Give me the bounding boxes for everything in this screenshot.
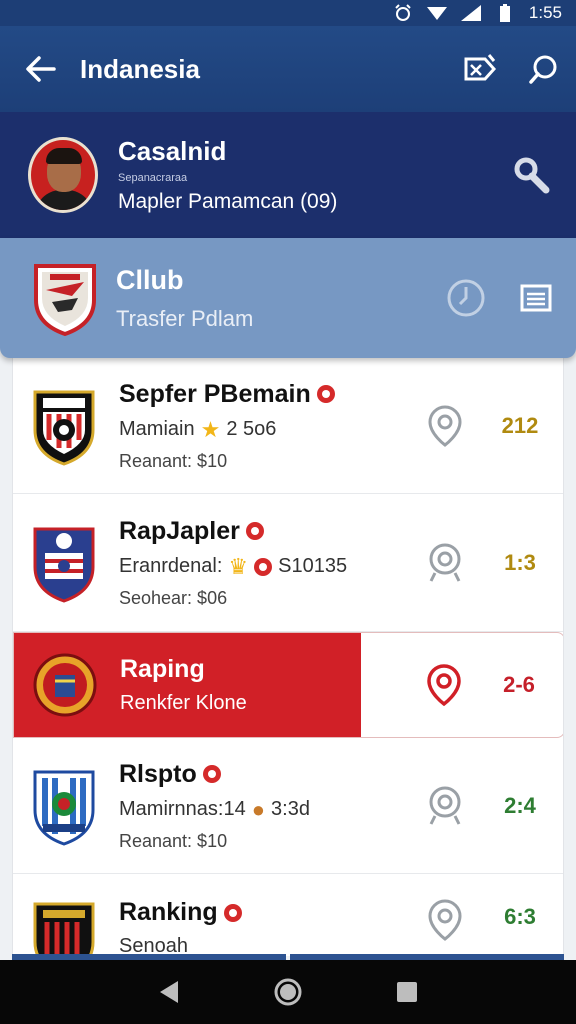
back-nav-icon[interactable] xyxy=(149,972,189,1012)
item-score: 2:4 xyxy=(504,792,536,818)
club-info: Cllub Trasfer Pdlam xyxy=(116,265,436,332)
key-search-icon[interactable] xyxy=(486,112,576,238)
item-subline: Mamiain ★ 2 5o6 xyxy=(119,416,277,442)
location-pin-icon[interactable] xyxy=(415,784,475,828)
item-score: 212 xyxy=(501,412,539,438)
location-pin-icon[interactable] xyxy=(415,541,475,585)
clock-icon[interactable] xyxy=(436,238,496,358)
item-score: 6:3 xyxy=(504,904,536,929)
star-icon: ★ xyxy=(200,416,221,442)
alert-badge-icon xyxy=(245,522,264,540)
item-info: Rlspto Mamirnnas:14 ● 3:3d Reanant: $10 xyxy=(119,760,415,852)
team-crest-icon xyxy=(33,902,95,956)
profile-subtitle: Sepanacraraa xyxy=(118,172,188,184)
item-title: Rlspto xyxy=(119,760,415,789)
item-title: Raping xyxy=(120,655,205,683)
list-item-highlighted[interactable]: Raping Renkfer Klone 2-6 xyxy=(13,632,563,738)
item-title: Ranking xyxy=(119,898,415,927)
club-subtitle: Trasfer Pdlam xyxy=(116,305,254,331)
alert-badge-icon xyxy=(316,385,335,403)
home-nav-icon[interactable] xyxy=(268,972,308,1012)
signal-icon xyxy=(460,5,481,21)
app-bar: Indanesia xyxy=(0,26,576,112)
battery-icon xyxy=(495,4,515,22)
profile-detail: Mapler Pamamcan (09) xyxy=(118,190,338,213)
list-item[interactable]: Rlspto Mamirnnas:14 ● 3:3d Reanant: $10 2:… xyxy=(13,738,563,874)
club-card[interactable]: Cllub Trasfer Pdlam xyxy=(0,238,576,358)
recents-nav-icon[interactable] xyxy=(387,972,427,1012)
team-crest-icon xyxy=(33,390,95,466)
item-price: Reanant: $10 xyxy=(119,830,228,851)
search-icon[interactable] xyxy=(512,26,576,112)
alert-badge-icon xyxy=(202,765,221,783)
alert-badge-icon xyxy=(223,903,242,922)
team-crest-icon xyxy=(33,770,95,846)
item-info: RapJapler Eranrdenal: ♛ S10135 Seohear: $0… xyxy=(119,517,415,609)
list-item[interactable]: Ranking Senoah 6:3 xyxy=(13,874,563,956)
status-bar: 1:55 xyxy=(0,0,576,26)
team-crest-icon xyxy=(33,653,97,717)
item-subline: Renkfer Klone xyxy=(120,692,247,714)
item-subline: Eranrdenal: ♛ S10135 xyxy=(119,553,348,579)
team-crest-icon xyxy=(33,527,95,603)
list-item[interactable]: Sepfer PBemain Mamiain ★ 2 5o6 Reanant: $1… xyxy=(13,358,563,494)
club-name: Cllub xyxy=(116,264,184,295)
status-time: 1:55 xyxy=(528,3,562,22)
location-pin-icon[interactable] xyxy=(415,898,475,942)
shield-icon xyxy=(254,557,273,576)
alarm-icon xyxy=(393,4,413,21)
item-price: Reanant: $10 xyxy=(119,450,228,471)
app-title: Indanesia xyxy=(80,53,200,84)
list-menu-icon[interactable] xyxy=(496,238,576,358)
item-score: 2-6 xyxy=(503,672,535,697)
item-title: RapJapler xyxy=(119,517,415,546)
item-subline: Mamirnnas:14 ● 3:3d xyxy=(119,796,310,822)
donut-icon: ● xyxy=(251,796,266,822)
item-score: 1:3 xyxy=(504,549,536,575)
item-price: Seohear: $06 xyxy=(119,587,228,608)
profile-name: Casalnid xyxy=(118,136,227,166)
back-arrow-icon[interactable] xyxy=(0,26,80,112)
transfer-list: Sepfer PBemain Mamiain ★ 2 5o6 Reanant: $1… xyxy=(12,358,564,956)
location-pin-icon[interactable] xyxy=(415,404,475,448)
club-crest-icon xyxy=(34,264,96,336)
system-nav-bar xyxy=(0,960,576,1024)
profile-info: Casalnid Sepanacraraa Mapler Pamamcan (0… xyxy=(118,136,486,214)
item-info: Sepfer PBemain Mamiain ★ 2 5o6 Reanant: $1… xyxy=(119,380,415,472)
tag-icon[interactable] xyxy=(448,26,512,112)
crown-icon: ♛ xyxy=(228,553,249,579)
location-pin-icon[interactable] xyxy=(414,663,474,707)
item-info: Ranking Senoah xyxy=(119,898,415,956)
item-subline: Senoah xyxy=(119,935,188,956)
item-title: Sepfer PBemain xyxy=(119,380,415,409)
profile-header[interactable]: Casalnid Sepanacraraa Mapler Pamamcan (0… xyxy=(0,112,576,238)
item-info: Raping Renkfer Klone xyxy=(120,655,384,715)
wifi-icon xyxy=(426,5,447,21)
avatar[interactable] xyxy=(28,137,98,213)
screen: 1:55 Indanesia Casalnid Sepanacraraa Map… xyxy=(0,0,576,1024)
list-item[interactable]: RapJapler Eranrdenal: ♛ S10135 Seohear: $0… xyxy=(13,494,563,632)
